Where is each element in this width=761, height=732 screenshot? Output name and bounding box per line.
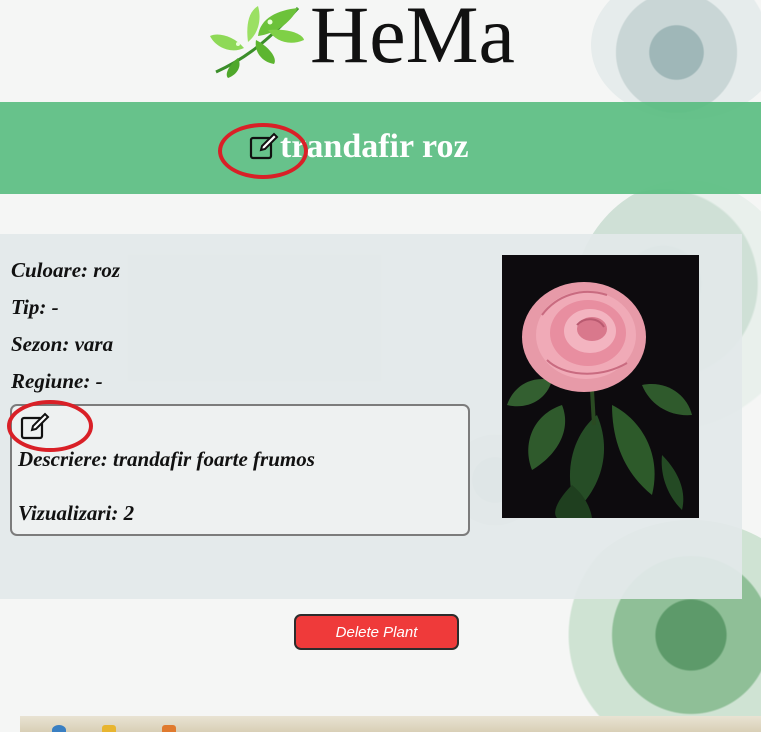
leaf-icon bbox=[210, 6, 304, 78]
edit-description-icon[interactable] bbox=[20, 412, 50, 442]
attribute-color: Culoare: roz bbox=[11, 258, 121, 282]
views-count: Vizualizari: 2 bbox=[18, 501, 135, 525]
delete-plant-button[interactable]: Delete Plant bbox=[294, 614, 459, 650]
bottom-strip bbox=[20, 716, 761, 732]
edit-title-icon[interactable] bbox=[249, 132, 279, 162]
pink-rose-photo bbox=[502, 255, 699, 518]
attribute-season: Sezon: vara bbox=[11, 332, 114, 356]
attribute-region: Regiune: - bbox=[11, 369, 103, 393]
header: HeMa bbox=[0, 0, 761, 100]
attribute-type: Tip: - bbox=[11, 295, 59, 319]
plant-title: trandafir roz bbox=[280, 128, 469, 165]
description-text: Descriere: trandafir foarte frumos bbox=[18, 447, 315, 471]
site-logo[interactable]: HeMa bbox=[310, 0, 515, 76]
